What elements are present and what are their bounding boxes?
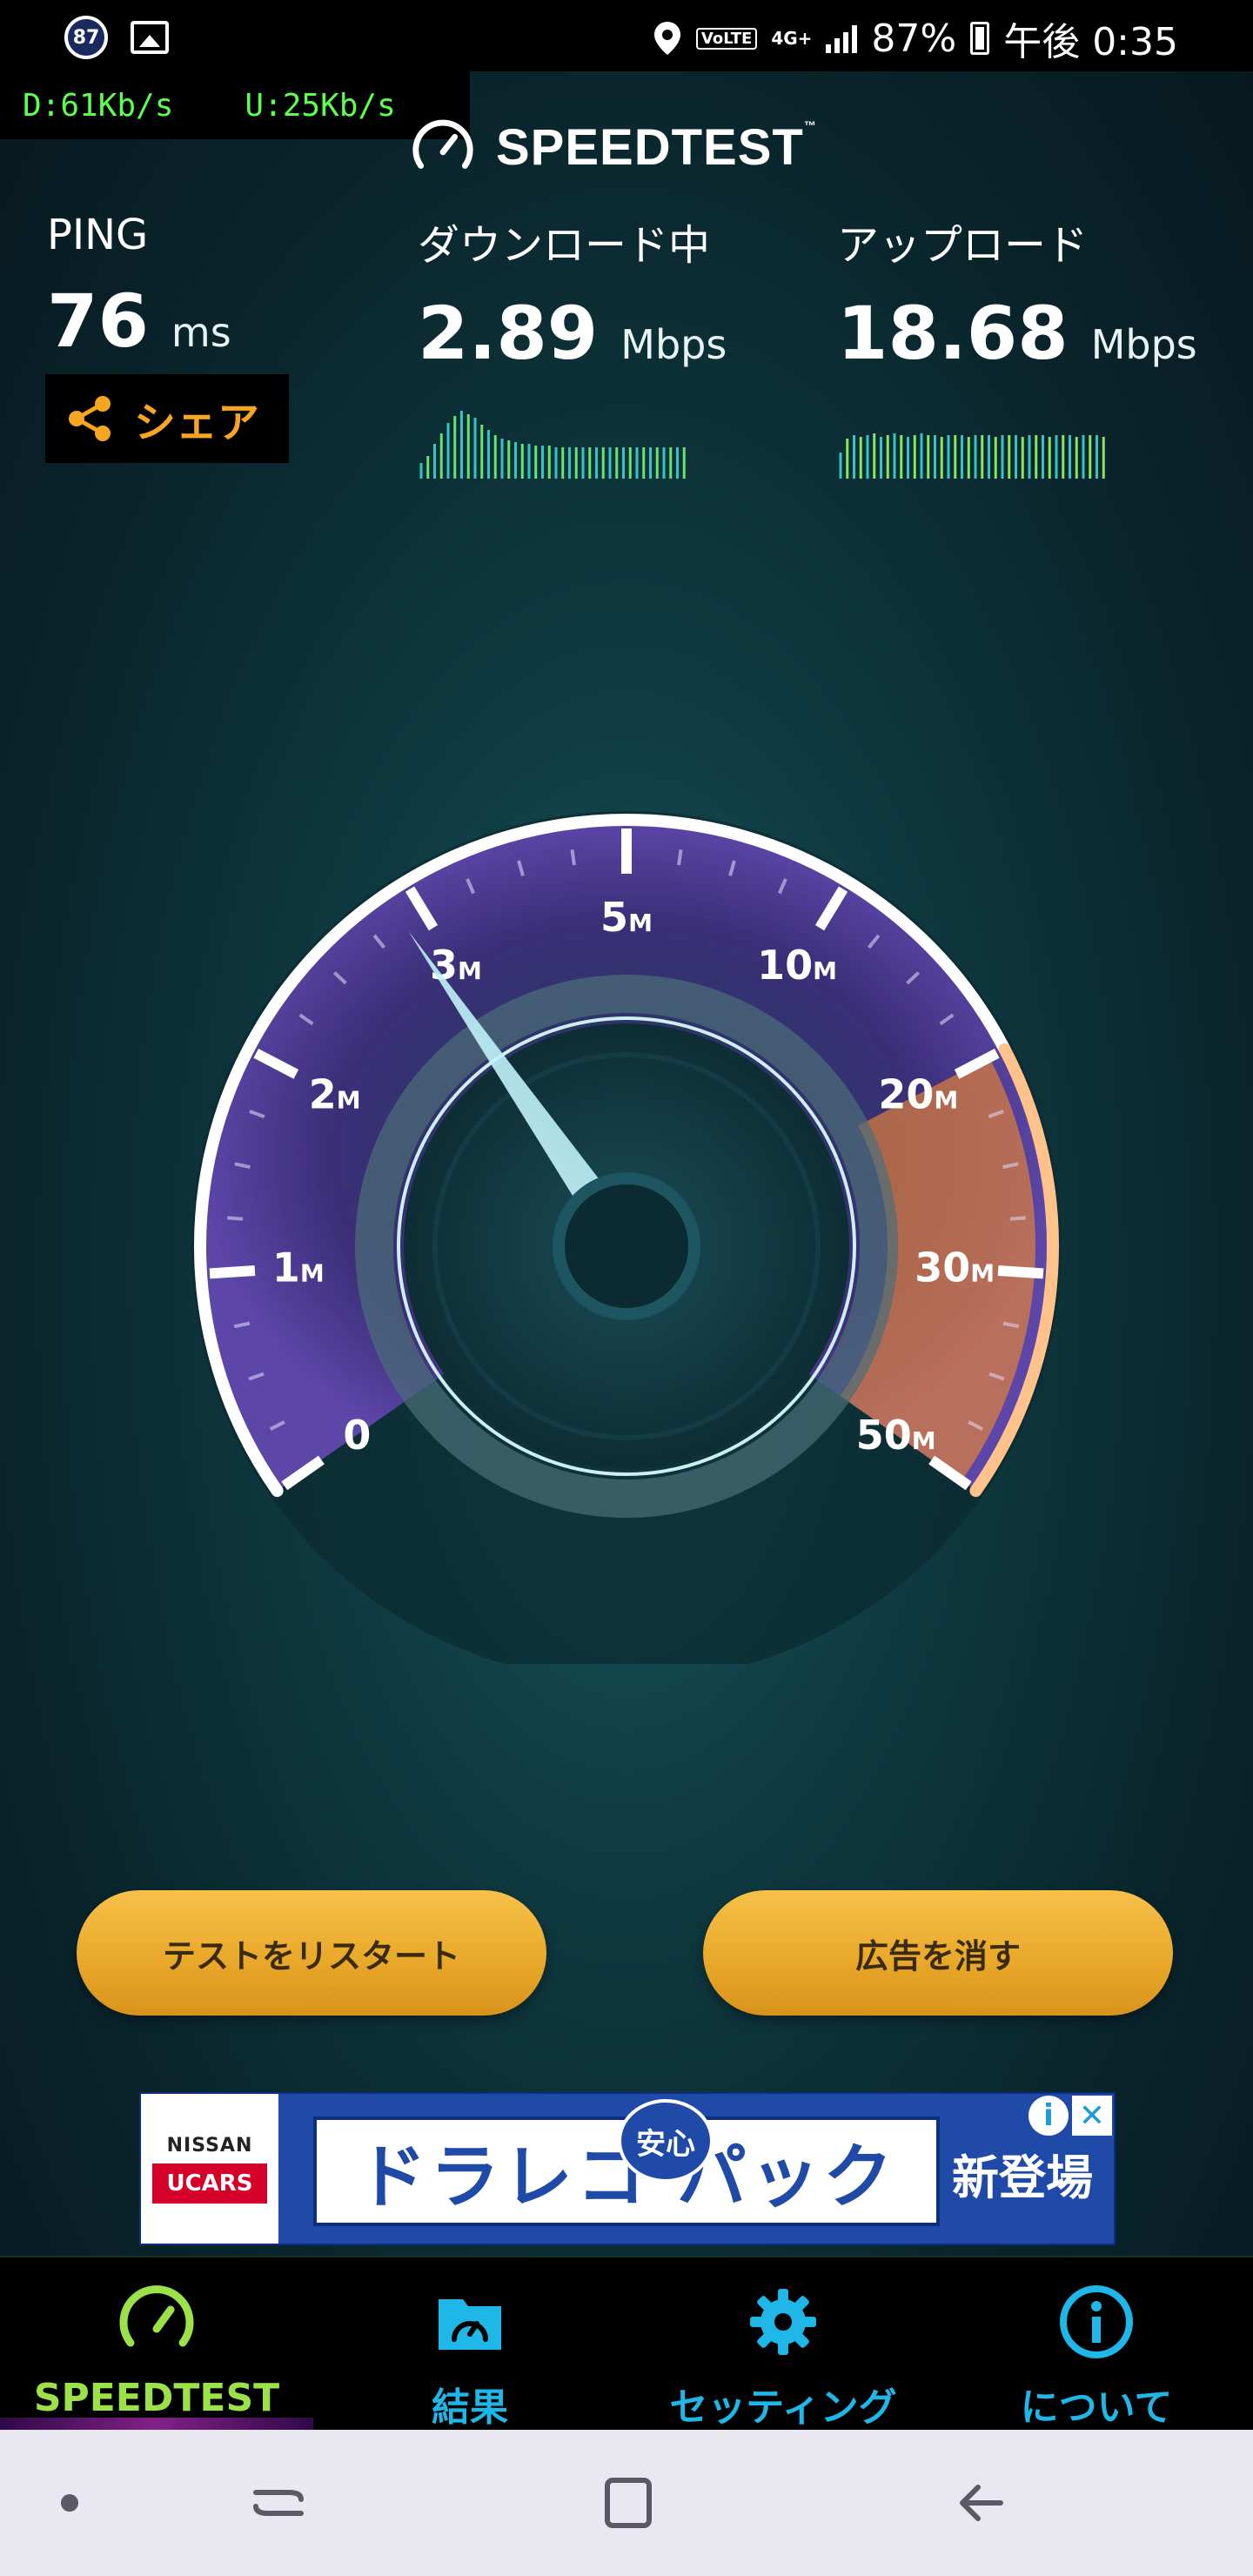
brand-header: SPEEDTEST™ [409, 113, 817, 181]
app-main: D:61Kb/s U:25Kb/s SPEEDTEST™ PING 76 ms … [0, 71, 1253, 2256]
upload-sparkline [839, 433, 1105, 479]
restart-test-button[interactable]: テストをリスタート [77, 1890, 546, 2016]
results-folder-icon [439, 2299, 501, 2350]
brand-name: SPEEDTEST™ [496, 117, 817, 176]
download-value: 2.89 [418, 291, 599, 376]
ad-close-icon[interactable]: ✕ [1072, 2096, 1112, 2136]
nav-settings[interactable]: セッティング [626, 2257, 940, 2432]
download-sparkline [419, 411, 686, 479]
gauge-minor-tick [570, 849, 576, 866]
signal-icon [826, 23, 858, 53]
nissan-ucars-logo: NISSAN UCARS [141, 2094, 278, 2244]
ad-banner[interactable]: NISSAN UCARS ドラレコ パック 安心 新登場 i ✕ [139, 2092, 1116, 2245]
battery-icon [970, 22, 990, 55]
back-icon[interactable] [948, 2473, 1018, 2532]
home-icon[interactable] [592, 2473, 661, 2532]
speedometer-icon [119, 2285, 194, 2347]
nav-speedtest-label: SPEEDTEST [33, 2376, 280, 2420]
system-nav-bar [0, 2430, 1253, 2576]
status-bar: 87 VoLTE 4G+ 87% 午後 0:35 [0, 0, 1253, 71]
gallery-icon [131, 21, 169, 54]
info-icon [1060, 2285, 1133, 2358]
ping-unit: ms [171, 309, 231, 356]
ping-label: PING [47, 211, 149, 259]
dot-icon[interactable] [35, 2473, 104, 2532]
nav-settings-label: セッティング [669, 2385, 897, 2430]
download-label: ダウンロード中 [418, 221, 711, 270]
share-icon [69, 396, 111, 441]
gauge-tick-label: 0 [343, 1412, 371, 1459]
download-metric: ダウンロード中 2.89 Mbps [418, 211, 727, 376]
nav-results-label: 結果 [432, 2385, 508, 2430]
remove-ads-button[interactable]: 広告を消す [703, 1890, 1173, 2016]
speed-gauge: 01M2M3M5M10M20M30M50M [191, 811, 1062, 1664]
speedtest-logo-icon [412, 119, 473, 169]
battery-percent: 87% [871, 16, 957, 61]
nav-about[interactable]: について [940, 2257, 1253, 2432]
location-icon [653, 22, 680, 55]
share-button[interactable]: シェア [45, 374, 289, 463]
upload-value: 18.68 [837, 291, 1069, 376]
upload-unit: Mbps [1090, 321, 1197, 368]
nav-about-label: について [1020, 2385, 1173, 2430]
gauge-minor-tick [677, 849, 683, 866]
volte-indicator: VoLTE [695, 27, 758, 50]
upload-metric: アップロード 18.68 Mbps [837, 211, 1197, 376]
nav-speedtest[interactable]: SPEEDTEST [0, 2257, 313, 2432]
gauge-major-tick [209, 1265, 256, 1279]
bottom-nav: SPEEDTEST 結果 セッティング について [0, 2256, 1253, 2432]
download-unit: Mbps [620, 321, 727, 368]
ad-info-icon[interactable]: i [1029, 2096, 1069, 2136]
traffic-overlay: D:61Kb/s U:25Kb/s [0, 71, 470, 139]
ping-metric: PING 76 ms [47, 211, 231, 364]
ad-tagline: 新登場 [952, 2150, 1093, 2205]
overlay-upload: U:25Kb/s [245, 87, 396, 124]
ad-badge: 安心 [618, 2099, 714, 2183]
gauge-major-tick [997, 1265, 1044, 1279]
network-type: 4G+ [771, 28, 813, 49]
share-label: シェア [134, 399, 260, 447]
clock: 午後 0:35 [1003, 20, 1178, 64]
upload-label: アップロード [837, 221, 1089, 270]
gear-icon [750, 2289, 816, 2355]
nav-results[interactable]: 結果 [313, 2257, 626, 2432]
notification-badge: 87 [64, 16, 108, 59]
overlay-download: D:61Kb/s [23, 87, 174, 124]
recent-apps-icon[interactable] [244, 2473, 313, 2532]
ping-value: 76 [47, 278, 149, 364]
